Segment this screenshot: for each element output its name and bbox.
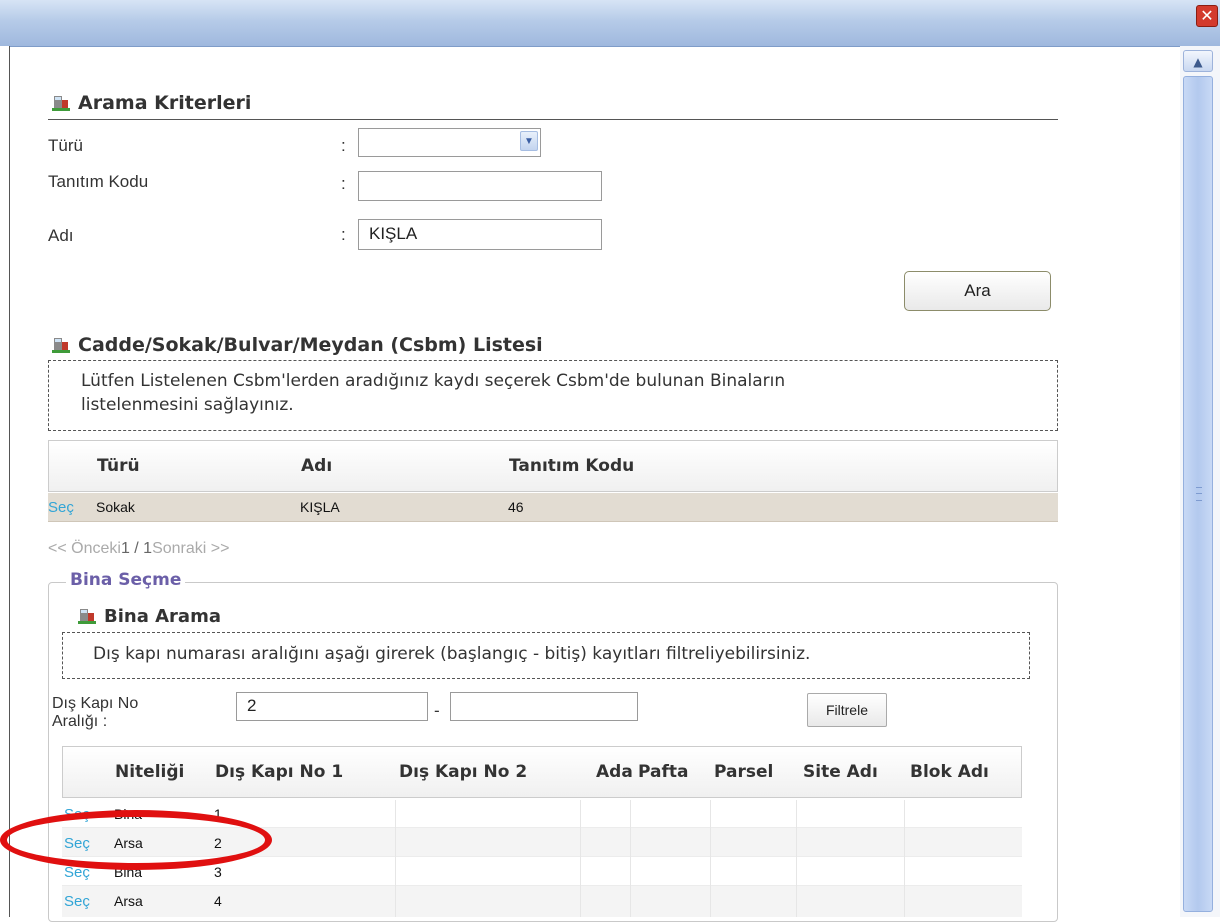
csbm-row-name: KIŞLA xyxy=(300,499,340,515)
chevron-down-icon[interactable]: ▼ xyxy=(520,131,538,151)
type-colon: : xyxy=(341,136,346,155)
scrollbar-grip-icon xyxy=(1196,487,1202,501)
filter-button[interactable]: Filtrele xyxy=(807,693,887,727)
building-row-door1: 3 xyxy=(214,864,222,880)
grid-separator xyxy=(630,800,631,917)
csbm-col-name: Adı xyxy=(301,456,333,476)
building-search-title-text: Bina Arama xyxy=(104,606,221,627)
criteria-title-text: Arama Kriterleri xyxy=(78,92,252,114)
building-legend: Bina Seçme xyxy=(66,570,186,590)
criteria-divider xyxy=(48,119,1058,120)
building-col-block: Blok Adı xyxy=(910,762,989,782)
csbm-col-code: Tanıtım Kodu xyxy=(509,456,635,476)
grid-separator xyxy=(904,800,905,917)
table-row[interactable]: Seç Arsa 4 xyxy=(62,886,1022,917)
highlight-ellipse xyxy=(0,810,272,870)
csbm-note-line2: listelenmesini sağlayınız. xyxy=(81,395,294,415)
building-grid-header: Niteliği Dış Kapı No 1 Dış Kapı No 2 Ada… xyxy=(62,746,1022,798)
table-row[interactable]: Seç Sokak KIŞLA 46 xyxy=(48,493,1058,522)
range-from-input[interactable]: 2 xyxy=(236,692,428,721)
building-icon xyxy=(52,338,70,353)
chevron-up-icon[interactable]: ▲ xyxy=(1183,50,1213,72)
grid-separator xyxy=(710,800,711,917)
csbm-row-code: 46 xyxy=(508,499,524,515)
csbm-row-type: Sokak xyxy=(96,499,135,515)
grid-separator xyxy=(796,800,797,917)
close-icon[interactable]: ✕ xyxy=(1196,5,1218,27)
grid-separator xyxy=(580,800,581,917)
window-frame-left xyxy=(0,46,10,917)
csbm-note-line1: Lütfen Listelenen Csbm'lerden aradığınız… xyxy=(81,371,786,391)
type-select[interactable]: ▼ xyxy=(358,128,541,157)
name-input[interactable]: KIŞLA xyxy=(358,219,602,250)
type-label: Türü xyxy=(48,136,83,155)
code-input[interactable] xyxy=(358,171,602,201)
criteria-title: Arama Kriterleri xyxy=(52,92,251,114)
building-col-nature: Niteliği xyxy=(115,762,185,782)
building-col-door1: Dış Kapı No 1 xyxy=(215,762,344,782)
building-icon xyxy=(78,609,96,624)
search-button[interactable]: Ara xyxy=(904,271,1051,311)
building-col-site: Site Adı xyxy=(803,762,878,782)
range-to-input[interactable] xyxy=(450,692,638,721)
code-label: Tanıtım Kodu xyxy=(48,172,149,191)
csbm-title: Cadde/Sokak/Bulvar/Meydan (Csbm) Listesi xyxy=(52,334,543,356)
pager-next-link[interactable]: Sonraki >> xyxy=(152,540,229,557)
range-label: Dış Kapı No Aralığı : xyxy=(52,695,138,731)
csbm-col-type: Türü xyxy=(97,456,140,476)
code-colon: : xyxy=(341,174,346,193)
building-col-pafta: Pafta xyxy=(638,762,689,782)
building-row-door1: 4 xyxy=(214,893,222,909)
pager-prev-link[interactable]: << Önceki xyxy=(48,540,121,557)
scrollbar-thumb[interactable] xyxy=(1183,76,1213,912)
range-label-line1: Dış Kapı No xyxy=(52,695,139,712)
vertical-scrollbar[interactable]: ▲ xyxy=(1180,46,1220,917)
building-row-nature: Arsa xyxy=(114,893,143,909)
building-col-ada: Ada xyxy=(596,762,633,782)
building-col-door2: Dış Kapı No 2 xyxy=(399,762,528,782)
csbm-pager: << Önceki1 / 1Sonraki >> xyxy=(48,540,229,558)
window-titlebar: ✕ xyxy=(0,0,1220,47)
csbm-grid-header: Türü Adı Tanıtım Kodu xyxy=(48,440,1058,492)
name-label: Adı xyxy=(48,226,74,245)
pager-current: 1 / 1 xyxy=(120,540,153,557)
csbm-select-link[interactable]: Seç xyxy=(48,499,74,516)
building-col-parsel: Parsel xyxy=(714,762,774,782)
building-icon xyxy=(52,96,70,111)
csbm-title-text: Cadde/Sokak/Bulvar/Meydan (Csbm) Listesi xyxy=(78,334,543,356)
range-dash: - xyxy=(434,701,440,720)
csbm-info-note: Lütfen Listelenen Csbm'lerden aradığınız… xyxy=(48,360,1058,431)
building-info-note: Dış kapı numarası aralığını aşağı girere… xyxy=(62,632,1030,679)
grid-separator xyxy=(395,800,396,917)
range-label-line2: Aralığı : xyxy=(52,713,108,730)
name-colon: : xyxy=(341,225,346,244)
building-select-link[interactable]: Seç xyxy=(64,893,90,910)
building-search-title: Bina Arama xyxy=(78,606,221,627)
